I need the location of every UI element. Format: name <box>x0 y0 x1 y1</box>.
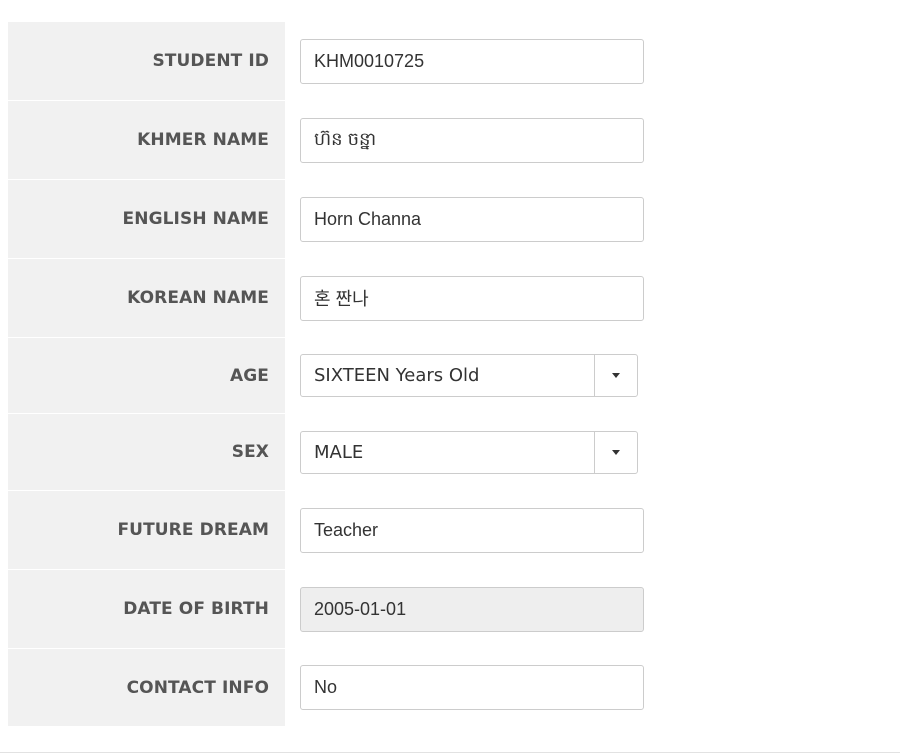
korean-name-row: KOREAN NAME <box>8 259 900 338</box>
sex-row: SEX MALE <box>8 414 900 491</box>
contact-info-cell <box>285 649 900 726</box>
korean-name-cell <box>285 259 900 337</box>
korean-name-label: KOREAN NAME <box>8 259 285 337</box>
date-of-birth-cell <box>285 570 900 648</box>
age-dropdown-toggle[interactable] <box>594 355 637 396</box>
contact-info-label: CONTACT INFO <box>8 649 285 726</box>
student-info-form: STUDENT ID KHMER NAME ENGLISH NAME KOREA… <box>8 22 900 726</box>
age-label: AGE <box>8 338 285 413</box>
sex-selected-value: MALE <box>314 441 364 463</box>
student-id-input[interactable] <box>300 38 644 84</box>
contact-info-row: CONTACT INFO <box>8 649 900 726</box>
sex-dropdown-toggle[interactable] <box>594 431 637 473</box>
age-cell: SIXTEEN Years Old <box>285 338 900 413</box>
korean-name-input[interactable] <box>300 275 644 321</box>
age-select[interactable]: SIXTEEN Years Old <box>300 354 638 397</box>
khmer-name-input[interactable] <box>300 117 644 163</box>
english-name-input[interactable] <box>300 196 644 242</box>
future-dream-input[interactable] <box>300 507 644 553</box>
future-dream-cell <box>285 491 900 569</box>
english-name-cell <box>285 180 900 258</box>
age-selected-value: SIXTEEN Years Old <box>314 365 480 386</box>
age-row: AGE SIXTEEN Years Old <box>8 338 900 414</box>
sex-select[interactable]: MALE <box>300 430 638 474</box>
student-id-row: STUDENT ID <box>8 22 900 101</box>
caret-down-icon <box>612 373 620 378</box>
student-id-cell <box>285 22 900 100</box>
contact-info-input[interactable] <box>300 665 644 710</box>
english-name-label: ENGLISH NAME <box>8 180 285 258</box>
sex-cell: MALE <box>285 414 900 490</box>
date-of-birth-row: DATE OF BIRTH <box>8 570 900 649</box>
sex-label: SEX <box>8 414 285 490</box>
caret-down-icon <box>612 449 620 455</box>
future-dream-label: FUTURE DREAM <box>8 491 285 569</box>
date-of-birth-label: DATE OF BIRTH <box>8 570 285 648</box>
khmer-name-row: KHMER NAME <box>8 101 900 180</box>
future-dream-row: FUTURE DREAM <box>8 491 900 570</box>
khmer-name-cell <box>285 101 900 179</box>
khmer-name-label: KHMER NAME <box>8 101 285 179</box>
date-of-birth-input[interactable] <box>300 586 644 632</box>
bottom-divider <box>0 752 900 753</box>
english-name-row: ENGLISH NAME <box>8 180 900 259</box>
student-id-label: STUDENT ID <box>8 22 285 100</box>
